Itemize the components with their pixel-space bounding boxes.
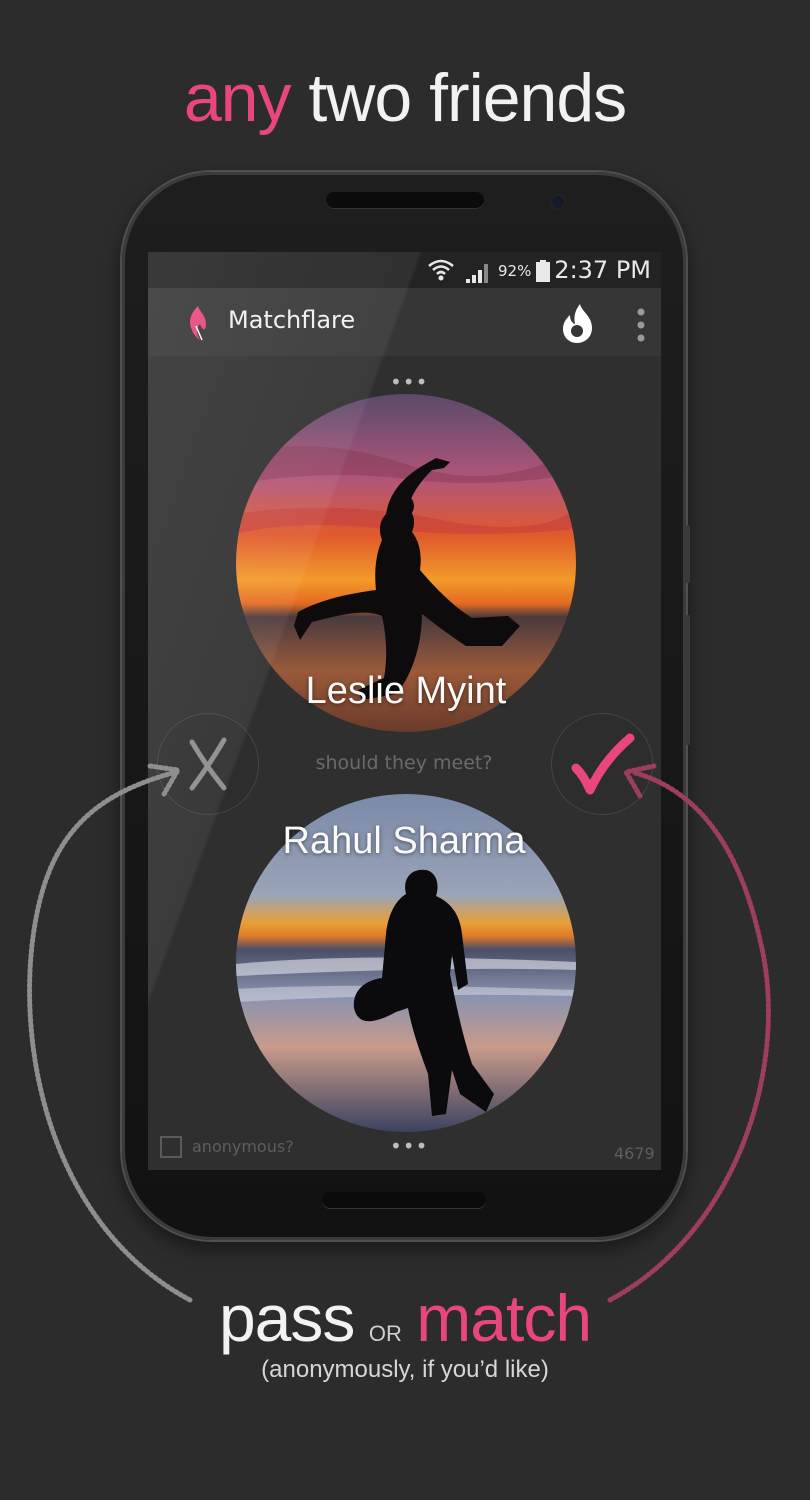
counter: 4679	[614, 1144, 655, 1163]
wifi-icon	[428, 258, 454, 286]
phone-screen: 92% 2:37 PM Matchflare ••• Leslie Myint …	[148, 252, 661, 1170]
app-bar: Matchflare	[148, 288, 661, 356]
headline: any two friends	[0, 58, 810, 138]
headline-accent: any	[183, 60, 292, 136]
signal-icon	[466, 262, 492, 288]
front-camera	[552, 196, 564, 208]
matchflare-logo-icon	[184, 304, 212, 346]
bottom-speaker	[322, 1192, 486, 1208]
or-word: OR	[368, 1321, 402, 1346]
should-they-meet-text: should they meet?	[315, 752, 493, 774]
flame-icon[interactable]	[558, 302, 598, 348]
match-word: match	[416, 1281, 592, 1355]
volume-button	[685, 525, 690, 583]
battery-icon	[536, 260, 550, 286]
headline-rest: two friends	[308, 60, 627, 136]
pass-word: pass	[218, 1281, 355, 1355]
clock: 2:37 PM	[554, 256, 651, 284]
anonymous-checkbox[interactable]	[160, 1136, 182, 1158]
x-icon	[189, 737, 227, 791]
bottom-drag-handle[interactable]: •••	[390, 1134, 428, 1158]
anonymously-subtitle: (anonymously, if you’d like)	[261, 1356, 549, 1383]
app-title: Matchflare	[228, 306, 356, 334]
pass-button[interactable]	[158, 714, 258, 814]
earpiece-speaker	[326, 192, 484, 208]
battery-percent: 92%	[498, 262, 532, 280]
overflow-menu-icon[interactable]	[636, 308, 646, 346]
person-name-top: Leslie Myint	[305, 670, 507, 712]
checkmark-icon	[571, 733, 635, 795]
anonymous-label: anonymous?	[192, 1137, 294, 1156]
power-button	[685, 615, 690, 745]
status-bar: 92% 2:37 PM	[148, 252, 661, 288]
top-drag-handle[interactable]: •••	[390, 370, 428, 394]
pass-or-match-tagline: pass OR match	[0, 1280, 810, 1356]
person-name-bottom: Rahul Sharma	[282, 820, 526, 862]
match-button[interactable]	[552, 714, 652, 814]
